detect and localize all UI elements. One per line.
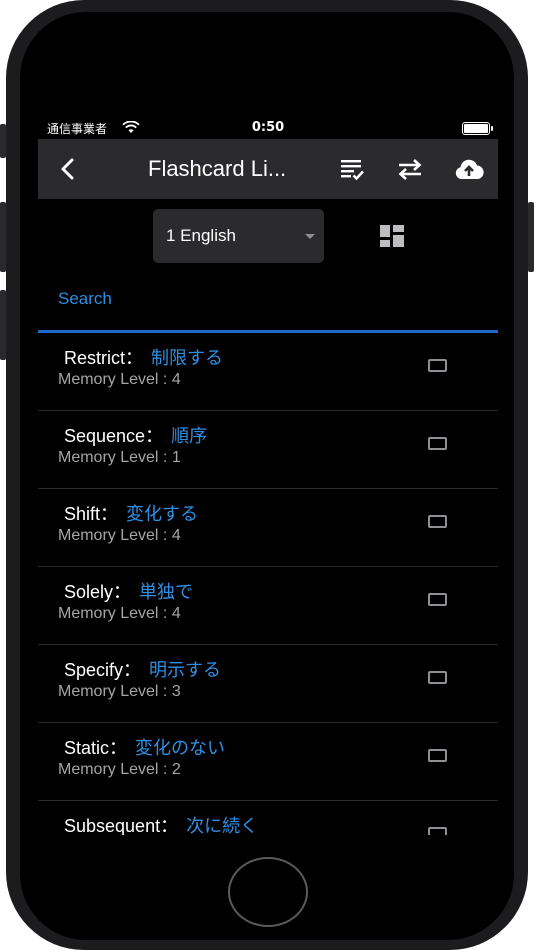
deck-dropdown[interactable]: 1 English xyxy=(153,209,324,263)
card-separator: ： xyxy=(113,582,132,602)
card-separator: ： xyxy=(123,660,142,680)
list-item[interactable]: Shift： 変化する Memory Level : 4 xyxy=(38,489,498,567)
deck-selected-value: 1 English xyxy=(166,226,236,245)
side-button-left-1 xyxy=(0,124,6,158)
list-item[interactable]: Static： 変化のない Memory Level : 2 xyxy=(38,723,498,801)
search-input[interactable] xyxy=(58,287,478,311)
app-screen: 通信事業者 0:50 Flashcard Li... 1 English Sea… xyxy=(38,117,498,835)
card-meaning: 順序 xyxy=(171,426,208,446)
card-word: Restrict xyxy=(64,348,126,368)
dashboard-grid-icon[interactable] xyxy=(380,225,404,247)
clock: 0:50 xyxy=(251,120,285,135)
card-word-line: Subsequent： 次に続く xyxy=(64,812,258,835)
navigation-bar: Flashcard Li... xyxy=(38,139,498,199)
card-separator: ： xyxy=(100,504,119,524)
card-word: Shift xyxy=(64,504,101,524)
checkbox[interactable] xyxy=(428,515,447,528)
flashcard-list: Restrict： 制限する Memory Level : 4 Sequence：… xyxy=(38,333,498,835)
card-word: Specify xyxy=(64,660,124,680)
checkbox[interactable] xyxy=(428,827,447,835)
memory-level: Memory Level : 1 xyxy=(58,449,181,466)
status-bar: 通信事業者 0:50 xyxy=(38,117,498,139)
deck-controls: 1 English xyxy=(38,209,498,263)
cloud-upload-icon[interactable] xyxy=(453,155,485,183)
memory-level: Memory Level : 4 xyxy=(58,371,181,388)
card-word-line: Shift： 変化する xyxy=(64,500,198,526)
card-word: Static xyxy=(64,738,110,758)
card-word-line: Restrict： 制限する xyxy=(64,344,223,370)
battery-icon xyxy=(462,122,493,135)
checklist-icon[interactable] xyxy=(338,155,366,183)
card-word: Subsequent xyxy=(64,816,161,835)
memory-level: Memory Level : 2 xyxy=(58,761,181,778)
card-word-line: Solely： 単独で xyxy=(64,578,193,604)
side-button-left-2 xyxy=(0,202,6,272)
memory-level: Memory Level : 3 xyxy=(58,683,181,700)
list-item[interactable]: Specify： 明示する Memory Level : 3 xyxy=(38,645,498,723)
list-item[interactable]: Sequence： 順序 Memory Level : 1 xyxy=(38,411,498,489)
dropdown-arrow-icon xyxy=(305,234,315,239)
card-separator: ： xyxy=(160,816,179,835)
card-meaning: 明示する xyxy=(149,660,222,680)
search-bar xyxy=(38,277,498,333)
card-word-line: Static： 変化のない xyxy=(64,734,225,760)
checkbox[interactable] xyxy=(428,359,447,372)
checkbox[interactable] xyxy=(428,749,447,762)
card-meaning: 変化する xyxy=(126,504,199,524)
checkbox[interactable] xyxy=(428,437,447,450)
memory-level: Memory Level : 4 xyxy=(58,605,181,622)
card-separator: ： xyxy=(125,348,144,368)
list-item[interactable]: Restrict： 制限する Memory Level : 4 xyxy=(38,333,498,411)
card-separator: ： xyxy=(109,738,128,758)
home-button[interactable] xyxy=(228,857,308,927)
side-button-right xyxy=(528,202,534,272)
card-meaning: 単独で xyxy=(139,582,194,602)
card-meaning: 次に続く xyxy=(186,816,259,835)
swap-arrows-icon[interactable] xyxy=(396,155,424,183)
side-button-left-3 xyxy=(0,290,6,360)
memory-level: Memory Level : 4 xyxy=(58,527,181,544)
card-word-line: Specify： 明示する xyxy=(64,656,221,682)
checkbox[interactable] xyxy=(428,593,447,606)
card-separator: ： xyxy=(145,426,164,446)
card-meaning: 制限する xyxy=(151,348,224,368)
card-word: Solely xyxy=(64,582,114,602)
list-item[interactable]: Solely： 単独で Memory Level : 4 xyxy=(38,567,498,645)
checkbox[interactable] xyxy=(428,671,447,684)
chevron-left-icon[interactable] xyxy=(54,155,82,183)
list-item[interactable]: Subsequent： 次に続く xyxy=(38,801,498,835)
page-title: Flashcard Li... xyxy=(148,156,287,181)
card-meaning: 変化のない xyxy=(135,738,226,758)
card-word-line: Sequence： 順序 xyxy=(64,422,207,448)
card-word: Sequence xyxy=(64,426,146,446)
